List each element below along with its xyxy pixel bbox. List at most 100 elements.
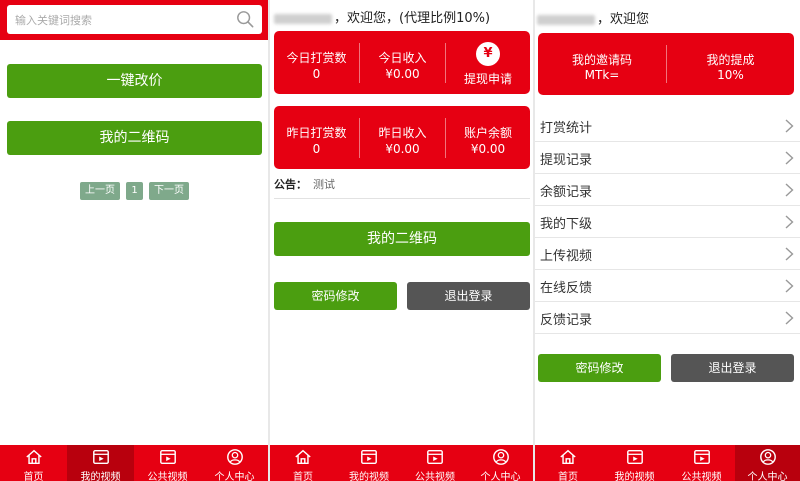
tab-public-videos[interactable]: 公共视频 bbox=[668, 445, 735, 481]
stat-yesterday-income: 昨日收入 ¥0.00 bbox=[360, 106, 445, 169]
tab-label: 公共视频 bbox=[415, 472, 455, 481]
stat-value: ¥0.00 bbox=[385, 142, 420, 156]
tab-public-videos[interactable]: 公共视频 bbox=[402, 445, 468, 481]
search-input[interactable]: 输入关键词搜索 bbox=[7, 5, 262, 34]
menu-item-label: 打赏统计 bbox=[540, 121, 593, 136]
bottom-tab-bar: 首页 我的视频 公共视频 个人中心 bbox=[270, 445, 533, 481]
commission-label: 我的提成 bbox=[706, 53, 755, 67]
menu-item-upload-video[interactable]: 上传视频 bbox=[535, 238, 800, 270]
page-number-button[interactable]: 1 bbox=[126, 182, 143, 200]
tab-home[interactable]: 首页 bbox=[0, 445, 67, 481]
stat-value: ¥0.00 bbox=[470, 142, 506, 156]
tab-my-videos[interactable]: 我的视频 bbox=[601, 445, 668, 481]
video-icon bbox=[427, 449, 443, 465]
divider bbox=[274, 198, 530, 199]
tab-label: 个人中心 bbox=[747, 472, 788, 481]
tab-my-videos[interactable]: 我的视频 bbox=[336, 445, 402, 481]
qrcode-button[interactable]: 我的二维码 bbox=[7, 121, 262, 155]
tab-label: 首页 bbox=[23, 472, 44, 481]
video-list-panel: 输入关键词搜索 一键改价 我的二维码 上一页 1 下一页 首页 我的视频 公共视… bbox=[0, 0, 268, 481]
menu-item-feedback-records[interactable]: 反馈记录 bbox=[535, 302, 800, 334]
tab-label: 首页 bbox=[558, 472, 578, 481]
withdraw-request-button[interactable]: ¥ 提现申请 bbox=[446, 31, 530, 94]
home-icon bbox=[560, 449, 576, 465]
tab-label: 公共视频 bbox=[147, 472, 188, 481]
search-icon[interactable] bbox=[236, 10, 254, 28]
welcome-text: ，欢迎您 bbox=[537, 8, 649, 27]
profile-panel: ，欢迎您 我的邀请码 MTk= 我的提成 10% 打赏统计 提现记录 余额记录 … bbox=[535, 0, 800, 481]
tab-label: 首页 bbox=[293, 472, 313, 481]
today-stats-card: 今日打赏数 0 今日收入 ¥0.00 ¥ 提现申请 bbox=[274, 31, 530, 94]
menu-item-subordinates[interactable]: 我的下级 bbox=[535, 206, 800, 238]
chevron-right-icon bbox=[785, 119, 794, 133]
logout-button[interactable]: 退出登录 bbox=[407, 282, 530, 310]
bottom-tab-bar: 首页 我的视频 公共视频 个人中心 bbox=[0, 445, 268, 481]
stat-today-income: 今日收入 ¥0.00 bbox=[360, 31, 445, 94]
logout-button[interactable]: 退出登录 bbox=[671, 354, 794, 382]
tab-label: 我的视频 bbox=[80, 472, 121, 481]
invite-code: 我的邀请码 MTk= bbox=[538, 33, 666, 95]
stat-label: 账户余额 bbox=[463, 126, 512, 140]
stat-label: 今日收入 bbox=[378, 51, 427, 65]
tab-profile[interactable]: 个人中心 bbox=[468, 445, 533, 481]
menu-item-online-feedback[interactable]: 在线反馈 bbox=[535, 270, 800, 302]
commission-value: 10% bbox=[717, 68, 744, 82]
menu-item-label: 我的下级 bbox=[540, 217, 593, 232]
tab-label: 公共视频 bbox=[681, 472, 722, 481]
next-page-button[interactable]: 下一页 bbox=[149, 182, 189, 200]
tab-home[interactable]: 首页 bbox=[535, 445, 601, 481]
invite-code-value: MTk= bbox=[584, 68, 620, 82]
search-placeholder: 输入关键词搜索 bbox=[15, 14, 92, 27]
home-icon bbox=[295, 449, 311, 465]
user-icon bbox=[759, 449, 776, 465]
invite-commission-card: 我的邀请码 MTk= 我的提成 10% bbox=[538, 33, 794, 95]
tab-label: 我的视频 bbox=[349, 472, 389, 481]
balance-stats-card: 昨日打赏数 0 昨日收入 ¥0.00 账户余额 ¥0.00 bbox=[274, 106, 530, 169]
username-blurred bbox=[537, 14, 595, 25]
video-icon bbox=[92, 449, 109, 465]
welcome-text: ，欢迎您，(代理比例10%) bbox=[274, 7, 490, 26]
stat-value: 0 bbox=[312, 67, 321, 81]
reprice-button[interactable]: 一键改价 bbox=[7, 64, 262, 98]
stat-label: 昨日收入 bbox=[378, 126, 427, 140]
tab-profile[interactable]: 个人中心 bbox=[735, 445, 800, 481]
video-icon bbox=[693, 449, 710, 465]
tab-home[interactable]: 首页 bbox=[270, 445, 336, 481]
qrcode-button[interactable]: 我的二维码 bbox=[274, 222, 530, 256]
menu-item-withdraw-records[interactable]: 提现记录 bbox=[535, 142, 800, 174]
tab-profile[interactable]: 个人中心 bbox=[201, 445, 268, 481]
menu-item-balance-records[interactable]: 余额记录 bbox=[535, 174, 800, 206]
menu-item-tip-stats[interactable]: 打赏统计 bbox=[535, 110, 800, 142]
announcement: 公告： 测试 bbox=[274, 176, 335, 192]
bottom-tab-bar: 首页 我的视频 公共视频 个人中心 bbox=[535, 445, 800, 481]
withdraw-label: 提现申请 bbox=[463, 72, 512, 86]
change-password-button[interactable]: 密码修改 bbox=[274, 282, 397, 310]
search-bar: 输入关键词搜索 bbox=[0, 0, 268, 40]
home-icon bbox=[25, 449, 42, 465]
menu-item-label: 在线反馈 bbox=[540, 281, 593, 296]
chevron-right-icon bbox=[785, 183, 794, 197]
menu-item-label: 反馈记录 bbox=[540, 313, 593, 328]
greeting-text: ，欢迎您，(代理比例10%) bbox=[334, 11, 491, 26]
stat-account-balance: 账户余额 ¥0.00 bbox=[446, 106, 530, 169]
menu-item-label: 余额记录 bbox=[540, 185, 593, 200]
chevron-right-icon bbox=[785, 247, 794, 261]
prev-page-button[interactable]: 上一页 bbox=[80, 182, 120, 200]
tab-my-videos[interactable]: 我的视频 bbox=[67, 445, 134, 481]
tab-public-videos[interactable]: 公共视频 bbox=[134, 445, 201, 481]
change-password-button[interactable]: 密码修改 bbox=[538, 354, 661, 382]
user-icon bbox=[226, 449, 243, 465]
menu-item-label: 提现记录 bbox=[540, 153, 593, 168]
chevron-right-icon bbox=[785, 279, 794, 293]
user-icon bbox=[492, 449, 509, 465]
stat-label: 今日打赏数 bbox=[286, 51, 347, 65]
stat-label: 昨日打赏数 bbox=[286, 126, 347, 140]
chevron-right-icon bbox=[785, 151, 794, 165]
announcement-text: 测试 bbox=[313, 178, 335, 191]
stat-value: 0 bbox=[312, 142, 321, 156]
stat-yesterday-tips: 昨日打赏数 0 bbox=[274, 106, 359, 169]
menu-item-label: 上传视频 bbox=[540, 249, 593, 264]
tab-label: 个人中心 bbox=[480, 472, 521, 481]
greeting-text: ，欢迎您 bbox=[597, 12, 650, 27]
announcement-label: 公告： bbox=[274, 178, 307, 191]
